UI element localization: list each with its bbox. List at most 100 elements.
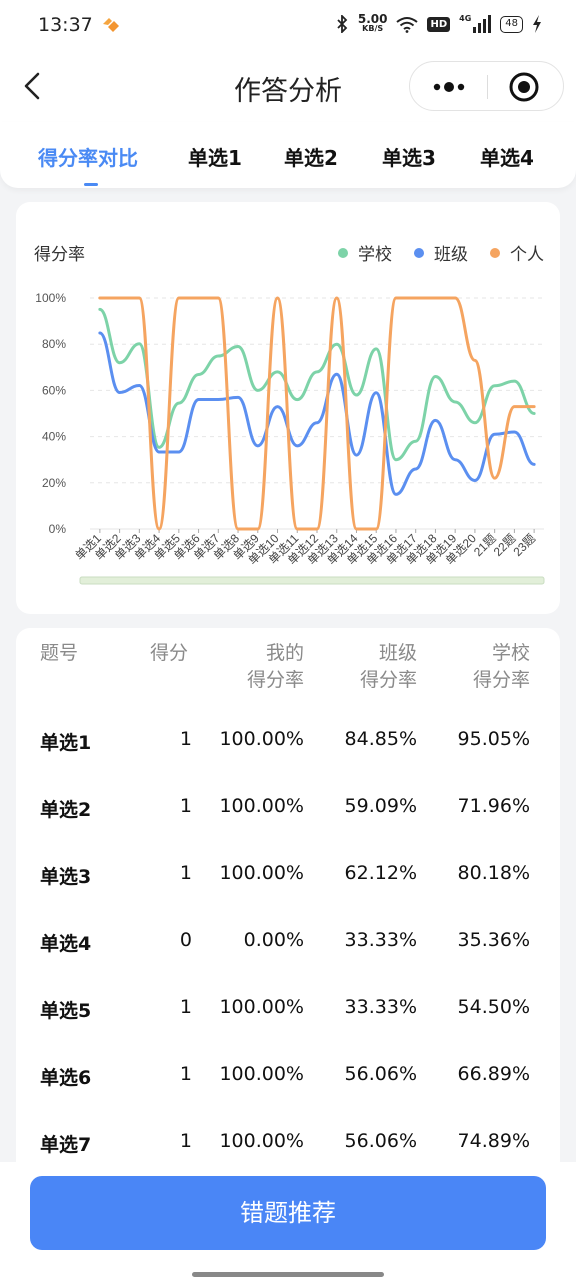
signal-icon: 4G — [459, 14, 492, 33]
charging-icon — [533, 15, 541, 33]
legend-item-personal[interactable]: 个人 — [490, 240, 544, 265]
cell-class-rate: 62.12% — [344, 862, 417, 884]
cell-my-rate: 100.00% — [219, 795, 304, 817]
bottom-bar: 错题推荐 — [0, 1162, 576, 1280]
cell-class-rate: 33.33% — [344, 929, 417, 951]
table-header-score: 得分 — [150, 640, 188, 667]
cell-question: 单选1 — [40, 732, 92, 754]
y-tick-label: 100% — [35, 291, 66, 305]
more-icon[interactable] — [428, 74, 470, 100]
cell-score: 1 — [179, 795, 192, 817]
net-speed-unit: KB/S — [362, 24, 384, 33]
cell-school-rate: 71.96% — [457, 795, 530, 817]
capsule-divider — [487, 75, 488, 99]
line-chart: 0%20%40%60%80%100%单选1单选2单选3单选4单选5单选6单选7单… — [35, 291, 545, 585]
cell-score: 1 — [179, 728, 192, 750]
cell-score: 1 — [179, 1063, 192, 1085]
app-notification-icon — [103, 18, 119, 32]
chart-zoom-slider — [79, 576, 545, 585]
table-header-school-rate-line1: 学校 — [491, 642, 530, 664]
cell-score: 1 — [179, 862, 192, 884]
legend-label-class: 班级 — [434, 245, 468, 265]
battery-indicator: 48 — [500, 15, 523, 33]
cell-my-rate: 100.00% — [219, 728, 304, 750]
legend-dot-personal — [490, 247, 500, 258]
cell-my-rate: 100.00% — [219, 1130, 304, 1152]
cell-my-rate: 100.00% — [219, 862, 304, 884]
bluetooth-icon — [337, 15, 348, 33]
tab-single-choice-3[interactable]: 单选3 — [382, 142, 436, 171]
x-tick-label: 23题 — [510, 531, 538, 559]
table-header-my-rate-line2: 得分率 — [246, 669, 304, 691]
cell-school-rate: 35.36% — [457, 929, 530, 951]
legend-label-school: 学校 — [358, 245, 392, 265]
series-line-school — [98, 307, 536, 462]
series-line-personal — [98, 296, 536, 531]
tab-single-choice-1[interactable]: 单选1 — [188, 142, 242, 171]
cell-my-rate: 0.00% — [243, 929, 304, 951]
cell-school-rate: 95.05% — [457, 728, 530, 750]
cell-school-rate: 66.89% — [457, 1063, 530, 1085]
y-tick-label: 60% — [42, 383, 66, 397]
status-icons: 5.00 KB/S HD 4G 48 — [335, 12, 542, 34]
cell-school-rate: 74.89% — [457, 1130, 530, 1152]
cell-class-rate: 56.06% — [344, 1130, 417, 1152]
table-header-my-rate: 我的 得分率 — [247, 640, 304, 694]
table-header-school-rate-line2: 得分率 — [472, 669, 530, 691]
cell-class-rate: 56.06% — [344, 1063, 417, 1085]
table-header-class-rate: 班级 得分率 — [360, 640, 417, 694]
table-header-class-rate-line2: 得分率 — [359, 669, 417, 691]
legend-item-school[interactable]: 学校 — [338, 240, 392, 265]
y-tick-label: 40% — [42, 430, 66, 444]
table-header-class-rate-line1: 班级 — [378, 642, 417, 664]
net-speed-value: 5.00 — [357, 12, 388, 26]
wifi-icon — [396, 16, 419, 33]
chart-card: 得分率 学校 班级 个人 0% 20% 40% 60% 80% 100% 单选1 单选2 单选3… — [16, 202, 560, 614]
tab-single-choice-2[interactable]: 单选2 — [284, 142, 338, 171]
y-tick-label: 20% — [42, 476, 66, 490]
table-header-my-rate-line1: 我的 — [265, 642, 304, 664]
cell-my-rate: 100.00% — [219, 1063, 304, 1085]
home-indicator — [192, 1272, 384, 1277]
cell-class-rate: 59.09% — [344, 795, 417, 817]
legend-dot-class — [414, 247, 424, 258]
status-time: 13:37 — [38, 14, 93, 36]
signal-label: 4G — [459, 14, 472, 23]
mini-program-capsule — [409, 61, 564, 111]
cell-score: 0 — [179, 929, 192, 951]
legend-label-personal: 个人 — [510, 245, 544, 265]
close-miniprogram-icon[interactable] — [508, 71, 540, 103]
chart-y-axis-title: 得分率 — [34, 245, 85, 265]
table-header-question-line1: 题号 — [40, 642, 79, 664]
cell-question: 单选6 — [40, 1067, 92, 1089]
cell-school-rate: 80.18% — [457, 862, 530, 884]
y-tick-label: 0% — [49, 522, 67, 536]
tab-single-choice-4[interactable]: 单选4 — [480, 142, 534, 171]
cell-my-rate: 100.00% — [219, 996, 304, 1018]
y-tick-label: 80% — [42, 337, 66, 351]
cell-score: 1 — [179, 996, 192, 1018]
legend-dot-school — [338, 247, 348, 258]
score-table: 题号 得分 我的 得分率 班级 得分率 学校 得分率 单选1 1 100.00% 84… — [16, 628, 560, 1188]
cell-question: 单选4 — [40, 933, 92, 955]
cell-question: 单选5 — [40, 1000, 92, 1022]
hd-badge: HD — [427, 16, 451, 32]
nav-bar: 作答分析 — [0, 52, 576, 122]
cell-class-rate: 84.85% — [344, 728, 417, 750]
cell-class-rate: 33.33% — [344, 996, 417, 1018]
chart-legend: 学校 班级 个人 — [338, 240, 544, 265]
cell-question: 单选7 — [40, 1134, 92, 1156]
active-tab-indicator — [84, 183, 98, 186]
table-header-question: 题号 — [40, 640, 78, 667]
cell-question: 单选2 — [40, 799, 92, 821]
cell-question: 单选3 — [40, 866, 92, 888]
cell-school-rate: 54.50% — [457, 996, 530, 1018]
tab-bar: 得分率对比 单选1 单选2 单选3 单选4 — [0, 122, 576, 188]
table-header-school-rate: 学校 得分率 — [473, 640, 530, 694]
tab-score-comparison[interactable]: 得分率对比 — [38, 142, 138, 171]
net-speed: 5.00 KB/S — [357, 12, 388, 34]
status-bar: 13:37 5.00 KB/S HD 4G 48 — [0, 0, 576, 52]
table-header-score-line1: 得分 — [150, 642, 189, 664]
wrong-question-recommend-button[interactable]: 错题推荐 — [30, 1176, 546, 1250]
legend-item-class[interactable]: 班级 — [414, 240, 468, 265]
